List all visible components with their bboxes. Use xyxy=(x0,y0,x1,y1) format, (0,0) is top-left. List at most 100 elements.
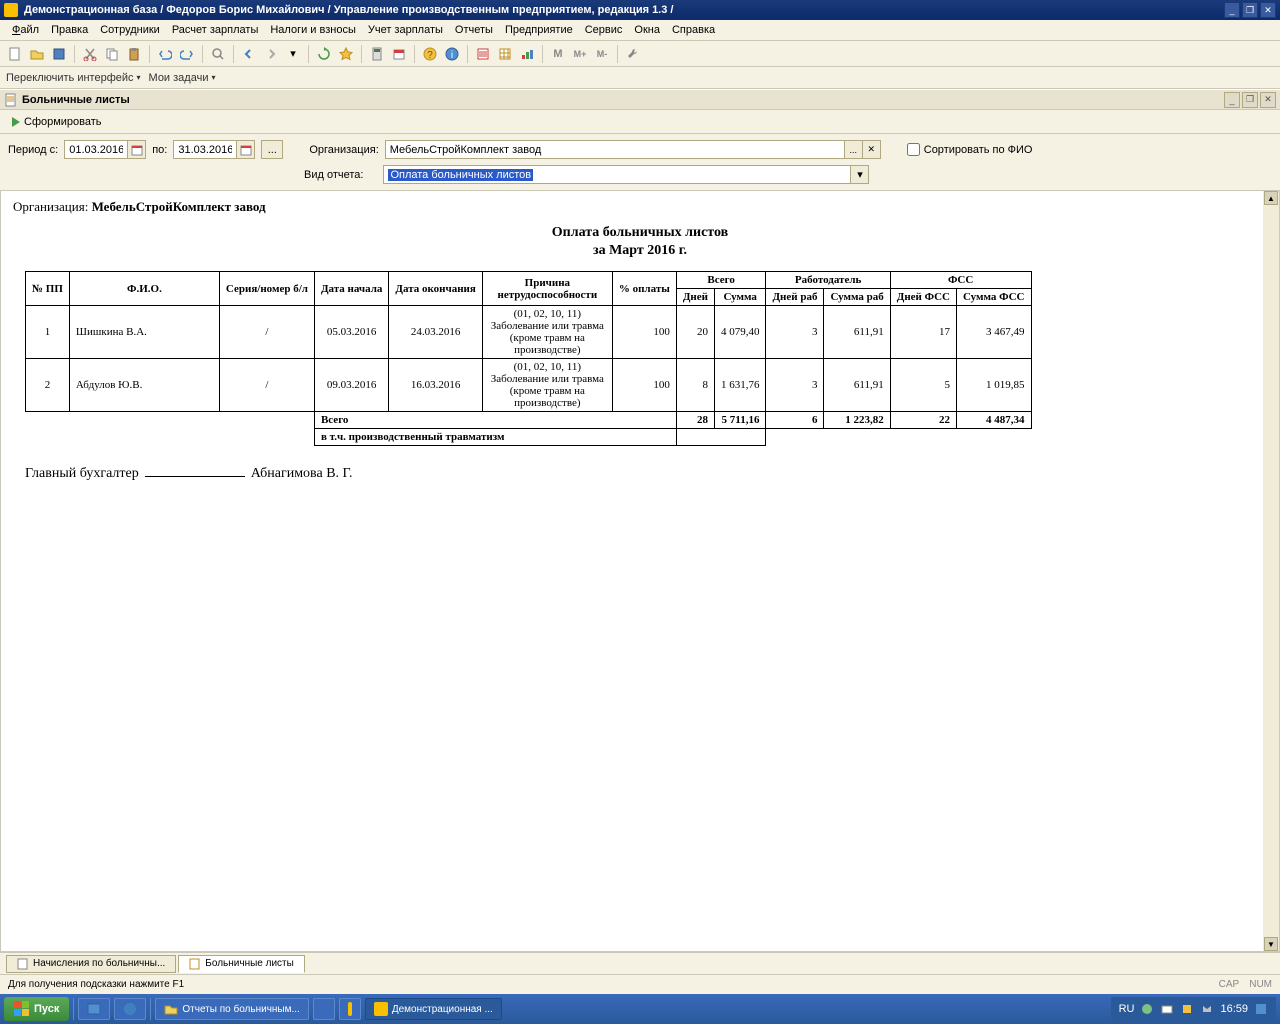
grid-icon[interactable] xyxy=(496,45,514,63)
paste-icon[interactable] xyxy=(125,45,143,63)
org-clear-button[interactable]: ✕ xyxy=(863,140,881,159)
col-serial: Серия/номер б/л xyxy=(219,272,314,306)
status-bar: Для получения подсказки нажмите F1 CAP N… xyxy=(0,974,1280,994)
doc-close-button[interactable]: ✕ xyxy=(1260,92,1276,108)
org-label: Организация: xyxy=(309,144,378,156)
m-plus-btn[interactable]: M+ xyxy=(571,45,589,63)
windows-taskbar: Пуск Отчеты по больничным... Демонстраци… xyxy=(0,994,1280,1024)
period-to-input[interactable] xyxy=(173,140,237,159)
svg-text:i: i xyxy=(451,50,453,61)
start-button[interactable]: Пуск xyxy=(4,997,69,1021)
save-icon[interactable] xyxy=(50,45,68,63)
filter-panel: Период с: по: ... Организация: ... ✕ Сор… xyxy=(0,134,1280,190)
cut-icon[interactable] xyxy=(81,45,99,63)
table-total-row: Всего 28 5 711,16 6 1 223,82 22 4 487,34 xyxy=(26,412,1032,429)
generate-button[interactable]: Сформировать xyxy=(8,114,106,130)
taskbar-item-spacer[interactable] xyxy=(313,998,335,1020)
chart-icon[interactable] xyxy=(518,45,536,63)
col-reason: Причина нетрудоспособности xyxy=(482,272,612,306)
tab-accruals[interactable]: Начисления по больничны... xyxy=(6,955,176,973)
doc-restore-button[interactable]: ❐ xyxy=(1242,92,1258,108)
taskbar-item-2[interactable]: Демонстрационная ... xyxy=(365,998,502,1020)
report-type-value: Оплата больничных листов xyxy=(388,169,533,181)
undo-icon[interactable] xyxy=(156,45,174,63)
taskbar-item-1c[interactable] xyxy=(339,998,361,1020)
report-type-dropdown[interactable]: Оплата больничных листов ▾ xyxy=(383,165,869,184)
tray-icon-3[interactable] xyxy=(1180,1002,1194,1016)
tray-icon-5[interactable] xyxy=(1254,1002,1268,1016)
tray-icon-1[interactable] xyxy=(1140,1002,1154,1016)
forward-icon[interactable] xyxy=(262,45,280,63)
my-tasks-button[interactable]: Мои задачи ▾ xyxy=(149,72,216,84)
scroll-down-button[interactable]: ▼ xyxy=(1264,937,1278,951)
tray-icon-2[interactable] xyxy=(1160,1002,1174,1016)
menu-employees[interactable]: Сотрудники xyxy=(94,22,166,38)
close-button[interactable]: ✕ xyxy=(1260,2,1276,18)
menu-service[interactable]: Сервис xyxy=(579,22,629,38)
redo-icon[interactable] xyxy=(178,45,196,63)
col-fio: Ф.И.О. xyxy=(69,272,219,306)
col-date-end: Дата окончания xyxy=(389,272,482,306)
col-days-emp: Дней раб xyxy=(766,289,824,306)
scroll-up-button[interactable]: ▲ xyxy=(1264,191,1278,205)
tab-sick-leave[interactable]: Больничные листы xyxy=(178,955,305,973)
document-toolbar: Сформировать xyxy=(0,110,1280,134)
status-cap: CAP xyxy=(1219,979,1240,990)
sort-checkbox-input[interactable] xyxy=(907,143,920,156)
calc-icon[interactable] xyxy=(368,45,386,63)
menu-windows[interactable]: Окна xyxy=(628,22,666,38)
table-row: 1 Шишкина В.А. / 05.03.2016 24.03.2016 (… xyxy=(26,306,1032,359)
copy-icon[interactable] xyxy=(103,45,121,63)
menu-edit[interactable]: Правка xyxy=(45,22,94,38)
sort-by-fio-checkbox[interactable]: Сортировать по ФИО xyxy=(907,143,1033,156)
doc-minimize-button[interactable]: _ xyxy=(1224,92,1240,108)
menu-reports[interactable]: Отчеты xyxy=(449,22,499,38)
list-icon[interactable] xyxy=(474,45,492,63)
report-type-dropdown-button[interactable]: ▾ xyxy=(851,165,869,184)
help-icon[interactable]: ? xyxy=(421,45,439,63)
tray-clock[interactable]: 16:59 xyxy=(1220,1003,1248,1015)
info-icon[interactable]: i xyxy=(443,45,461,63)
vertical-scrollbar[interactable]: ▲ ▼ xyxy=(1263,191,1279,951)
taskbar-item-1[interactable]: Отчеты по больничным... xyxy=(155,998,308,1020)
report-type-label: Вид отчета: xyxy=(304,169,363,181)
menu-taxes[interactable]: Налоги и взносы xyxy=(264,22,362,38)
minimize-button[interactable]: _ xyxy=(1224,2,1240,18)
new-icon[interactable] xyxy=(6,45,24,63)
org-input[interactable] xyxy=(385,140,845,159)
quick-launch-2[interactable] xyxy=(114,998,146,1020)
m-btn[interactable]: M xyxy=(549,45,567,63)
menu-enterprise[interactable]: Предприятие xyxy=(499,22,579,38)
maximize-button[interactable]: ❐ xyxy=(1242,2,1258,18)
calendar-icon[interactable] xyxy=(390,45,408,63)
menu-accounting[interactable]: Учет зарплаты xyxy=(362,22,449,38)
col-days: Дней xyxy=(676,289,714,306)
open-icon[interactable] xyxy=(28,45,46,63)
back-icon[interactable] xyxy=(240,45,258,63)
tray-lang[interactable]: RU xyxy=(1119,1003,1135,1015)
document-area: Больничные листы _ ❐ ✕ Сформировать Пери… xyxy=(0,89,1280,974)
menu-payroll[interactable]: Расчет зарплаты xyxy=(166,22,265,38)
tray-icon-4[interactable] xyxy=(1200,1002,1214,1016)
period-to-calendar-button[interactable] xyxy=(237,140,255,159)
refresh-icon[interactable] xyxy=(315,45,333,63)
wrench-icon[interactable] xyxy=(624,45,642,63)
signature-line: Главный бухгалтерАбнагимова В. Г. xyxy=(25,466,1267,482)
status-hint: Для получения подсказки нажмите F1 xyxy=(8,979,184,990)
m-minus-btn[interactable]: M- xyxy=(593,45,611,63)
document-tabs: Начисления по больничны... Больничные ли… xyxy=(0,952,1280,974)
switch-interface-button[interactable]: Переключить интерфейс ▾ xyxy=(6,72,141,84)
period-from-calendar-button[interactable] xyxy=(128,140,146,159)
menu-file[interactable]: Файл xyxy=(6,22,45,38)
star-icon[interactable] xyxy=(337,45,355,63)
dropdown-icon[interactable]: ▾ xyxy=(284,45,302,63)
menu-help[interactable]: Справка xyxy=(666,22,721,38)
period-choose-button[interactable]: ... xyxy=(261,140,283,159)
generate-label: Сформировать xyxy=(24,116,102,128)
quick-launch-1[interactable] xyxy=(78,998,110,1020)
find-icon[interactable] xyxy=(209,45,227,63)
period-from-input[interactable] xyxy=(64,140,128,159)
org-choose-button[interactable]: ... xyxy=(845,140,863,159)
report-table: № ПП Ф.И.О. Серия/номер б/л Дата начала … xyxy=(25,271,1032,446)
document-icon xyxy=(17,958,29,970)
